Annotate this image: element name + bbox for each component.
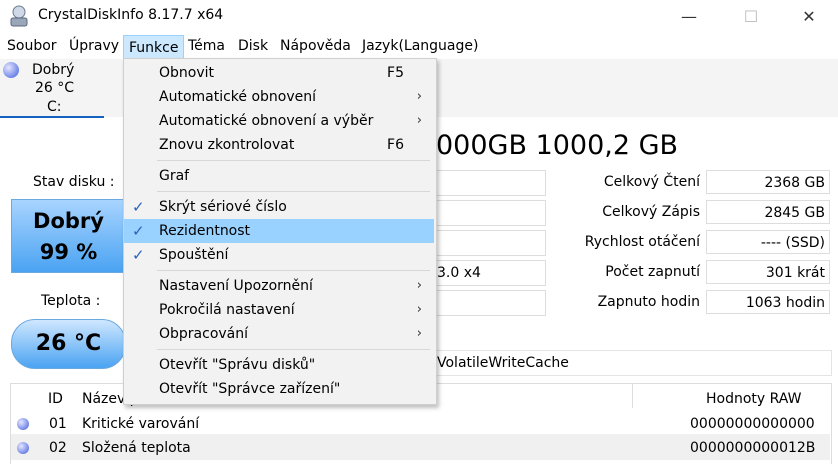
app-icon (9, 5, 29, 27)
window-title: CrystalDiskInfo 8.17.7 x64 (38, 7, 224, 23)
menu-separator (157, 349, 430, 350)
menu-edit[interactable]: Úpravy (69, 38, 119, 54)
power-on-count-label: Počet zapnutí (605, 264, 700, 280)
menu-item-open-device-manager[interactable]: Otevřít "Správce zařízení" (124, 377, 434, 401)
chevron-right-icon: › (416, 326, 422, 341)
menu-item-auto-refresh-select[interactable]: Automatické obnovení a výběr › (124, 109, 434, 133)
chevron-right-icon: › (416, 113, 422, 128)
checkmark-icon: ✓ (132, 198, 145, 216)
temp-label: Teplota : (41, 293, 101, 309)
menu-item-hide-serial[interactable]: ✓ Skrýt sériové číslo (124, 195, 434, 219)
row-status-icon (17, 418, 29, 430)
menu-item-resident[interactable]: ✓ Rezidentnost (124, 219, 434, 243)
menu-item-processing[interactable]: Obpracování › (124, 322, 434, 346)
health-status: Dobrý (33, 209, 104, 233)
menu-separator (157, 270, 430, 271)
power-on-hours-label: Zapnuto hodin (597, 294, 700, 310)
row-raw: 00000000000000 (690, 416, 815, 432)
menu-item-advanced-settings[interactable]: Pokročilá nastavení › (124, 298, 434, 322)
temperature-box: 26 °C (11, 319, 126, 369)
disk-tab-indicator (0, 116, 104, 118)
rotation-rate-label: Rychlost otáčení (584, 234, 700, 250)
menu-item-alert-settings[interactable]: Nastavení Upozornění › (124, 274, 434, 298)
menu-item-graph[interactable]: Graf (124, 164, 434, 188)
menu-file[interactable]: Soubor (7, 38, 57, 54)
health-status-box: Dobrý 99 % (11, 199, 126, 273)
chevron-right-icon: › (416, 89, 422, 104)
rotation-rate-value: ---- (SSD) (706, 230, 830, 254)
drive-letter-field (434, 290, 546, 316)
menu-item-auto-refresh[interactable]: Automatické obnovení › (124, 85, 434, 109)
row-status-icon (17, 442, 29, 454)
disk-tab-status: Dobrý (32, 62, 75, 78)
col-header-id[interactable]: ID (48, 391, 63, 407)
row-name: Kritické varování (82, 416, 200, 432)
checkmark-icon: ✓ (132, 222, 145, 240)
serial-field (434, 200, 546, 226)
col-divider (632, 384, 633, 408)
row-id: 02 (49, 440, 67, 456)
health-label: Stav disku : (33, 174, 115, 190)
temperature-value: 26 °C (35, 331, 102, 356)
row-name: Složená teplota (82, 440, 191, 456)
transfer-mode-field: 3.0 x4 (434, 260, 546, 286)
row-id: 01 (49, 416, 67, 432)
power-on-count-value: 301 krát (706, 260, 830, 284)
menu-separator (157, 191, 430, 192)
menu-separator (157, 160, 430, 161)
menu-theme[interactable]: Téma (188, 38, 225, 54)
total-write-value: 2845 GB (706, 200, 830, 224)
transfer-mode-value: 3.0 x4 (437, 265, 481, 281)
disk-title: 000GB 1000,2 GB (436, 130, 679, 161)
menu-disk[interactable]: Disk (238, 38, 268, 54)
close-button[interactable]: ✕ (786, 0, 832, 32)
checkmark-icon: ✓ (132, 246, 145, 264)
features-value: VolatileWriteCache (437, 355, 569, 371)
minimize-button[interactable]: — (666, 0, 712, 32)
disk-tab-drive: C: (47, 99, 62, 115)
total-write-label: Celkový Zápis (602, 204, 700, 220)
menu-item-startup[interactable]: ✓ Spouštění (124, 243, 434, 267)
health-percent: 99 % (39, 240, 98, 264)
features-field: VolatileWriteCache (434, 350, 832, 376)
menu-item-rescan[interactable]: Znovu zkontrolovat F6 (124, 133, 434, 157)
chevron-right-icon: › (416, 278, 422, 293)
menu-language[interactable]: Jazyk(Language) (362, 38, 478, 54)
maximize-button[interactable]: ☐ (728, 0, 774, 32)
menu-help[interactable]: Nápověda (280, 38, 351, 54)
menu-item-refresh[interactable]: Obnovit F5 (124, 61, 434, 85)
status-dot-icon (3, 62, 19, 78)
total-read-value: 2368 GB (706, 170, 830, 194)
total-read-label: Celkový Čtení (603, 174, 700, 190)
firmware-field (434, 170, 546, 196)
chevron-right-icon: › (416, 302, 422, 317)
disk-tab-temp: 26 °C (35, 80, 75, 96)
power-on-hours-value: 1063 hodin (706, 290, 830, 314)
col-header-raw[interactable]: Hodnoty RAW (706, 391, 801, 407)
interface-field (434, 230, 546, 256)
menu-item-open-disk-management[interactable]: Otevřít "Správu disků" (124, 353, 434, 377)
row-raw: 0000000000012B (690, 440, 816, 456)
